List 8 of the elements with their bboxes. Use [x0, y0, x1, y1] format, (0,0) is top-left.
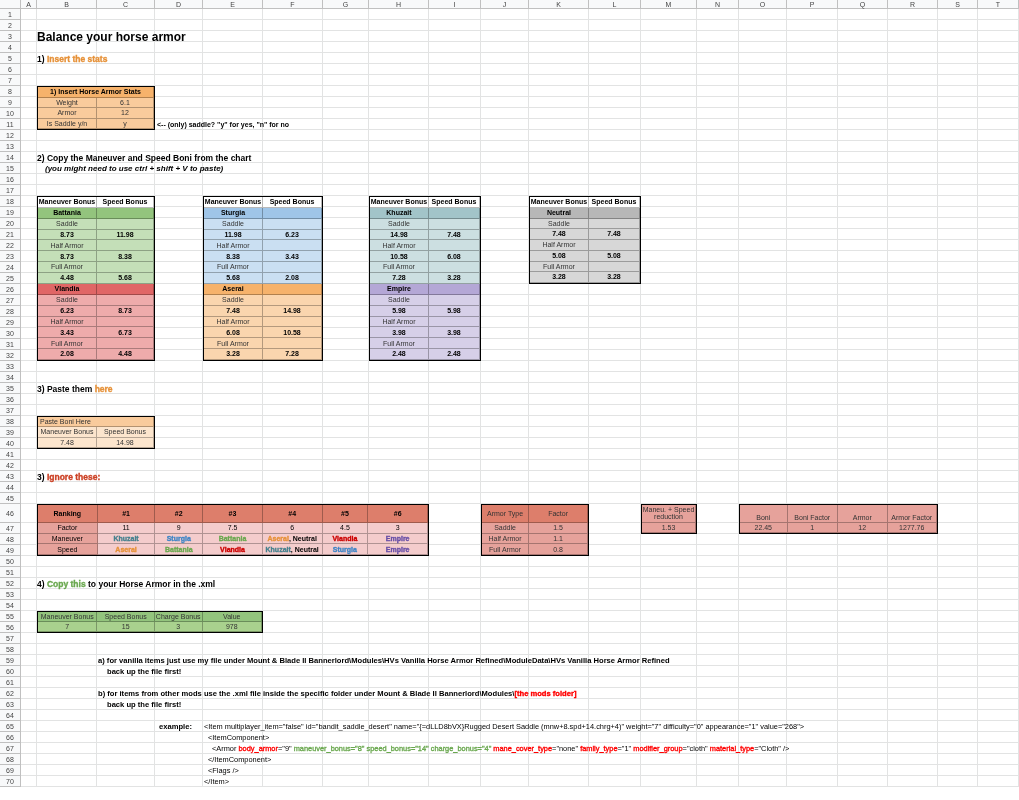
section-heading: 2) Copy the Maneuver and Speed Boni from the chart: [37, 152, 252, 163]
hint-text: (you might need to use ctrl + shift + V to paste): [45, 164, 224, 173]
section-heading: 3) Paste them here: [37, 383, 113, 394]
sheet-title: Balance your horse armor: [37, 29, 186, 44]
section-heading: 1) Insert the stats: [37, 53, 108, 64]
section-heading: 4) Copy this to your Horse Armor in the .xml: [37, 578, 216, 589]
section-heading: 3) Ignore these:: [37, 471, 101, 482]
header-corner[interactable]: [0, 0, 21, 9]
